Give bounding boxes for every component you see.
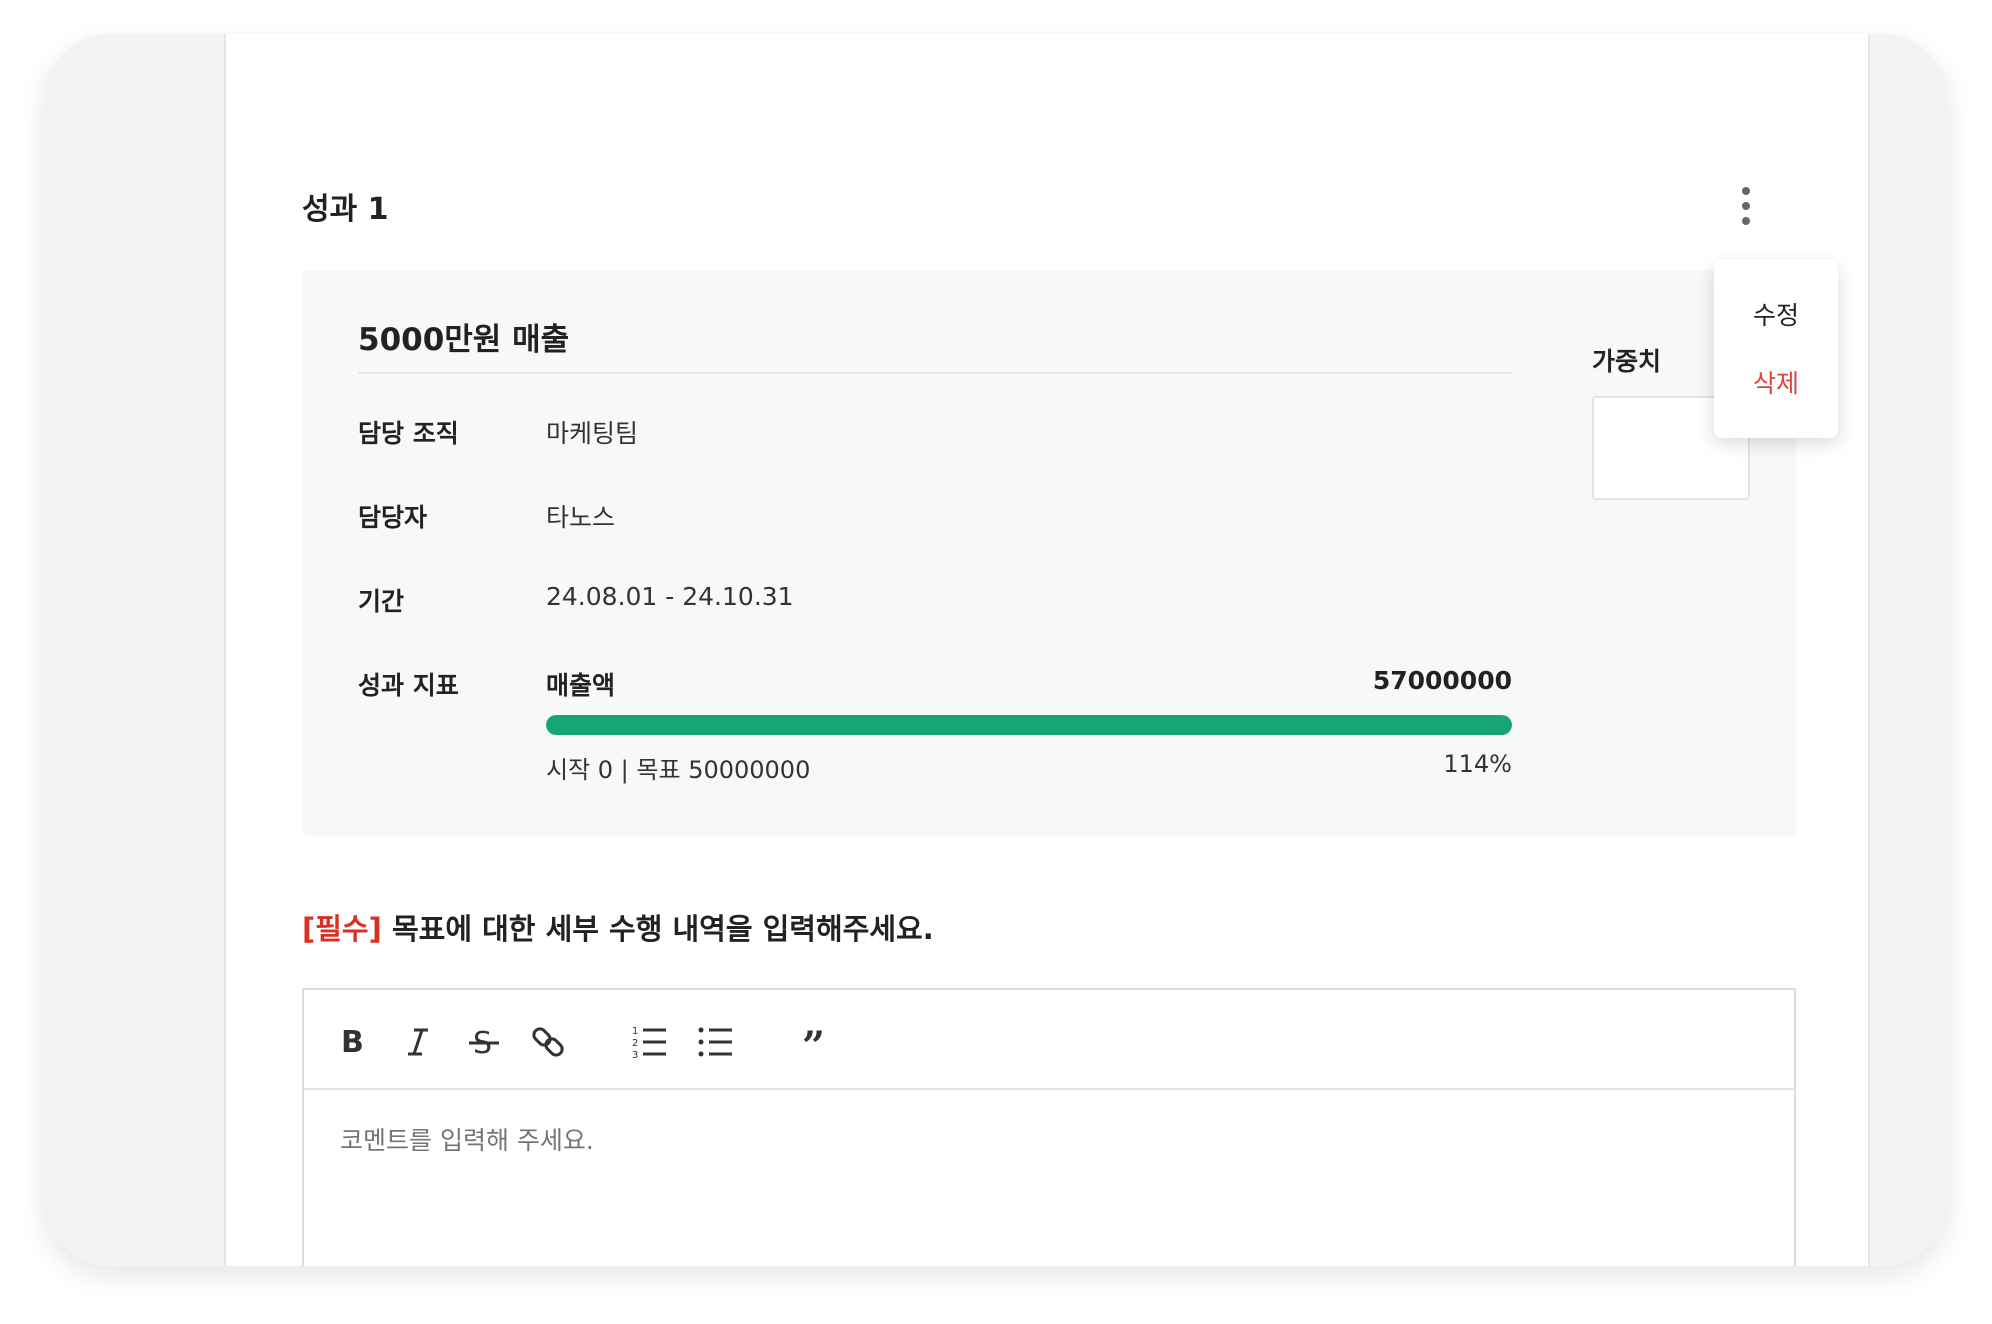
goal-card: 5000만원 매출 담당 조직 마케팅팀 담당자 타노스 기간 24.08.01… [302,270,1796,836]
menu-edit-item[interactable]: 수정 [1714,296,1838,332]
card-divider [358,372,1512,374]
more-dot-icon [1742,187,1750,195]
owner-label: 담당자 [358,503,428,532]
kpi-label: 성과 지표 [358,671,459,700]
ordered-list-icon[interactable]: 123 [628,1020,672,1064]
owner-value: 타노스 [546,503,616,532]
quote-icon[interactable]: ” [796,1020,840,1064]
content-page: 성과 1 5000만원 매출 담당 조직 마케팅팀 담당자 타노스 기간 24.… [224,34,1870,1266]
period-label: 기간 [358,587,405,616]
weight-label: 가중치 [1592,347,1662,376]
more-dot-icon [1742,217,1750,225]
comment-input[interactable] [340,1126,1740,1155]
svg-text:”: ” [802,1023,825,1062]
kpi-progress-bar [546,715,1512,735]
kpi-percent: 114% [1443,750,1512,778]
comment-prompt: [필수] 목표에 대한 세부 수행 내역을 입력해주세요. [302,906,934,948]
kpi-current-value: 57000000 [1372,666,1512,695]
options-menu: 수정 삭제 [1714,260,1838,438]
italic-icon[interactable] [396,1020,440,1064]
kpi-range-text: 시작 0 | 목표 50000000 [546,756,811,784]
menu-delete-item[interactable]: 삭제 [1714,364,1838,400]
bold-icon[interactable]: B [330,1020,374,1064]
svg-text:3: 3 [632,1050,638,1061]
org-value: 마케팅팀 [546,419,639,448]
app-frame: 성과 1 5000만원 매출 담당 조직 마케팅팀 담당자 타노스 기간 24.… [44,34,1948,1266]
org-label: 담당 조직 [358,419,459,448]
svg-text:2: 2 [632,1038,638,1049]
kpi-name: 매출액 [546,671,616,700]
more-dot-icon [1742,202,1750,210]
more-options-button[interactable] [1728,178,1764,234]
section-title: 성과 1 [302,192,389,227]
comment-editor: B S 123 ” [302,988,1796,1266]
period-value: 24.08.01 - 24.10.31 [546,582,794,611]
editor-toolbar: B S 123 ” [304,990,1794,1090]
goal-title: 5000만원 매출 [358,322,570,358]
comment-prompt-text: 목표에 대한 세부 수행 내역을 입력해주세요. [381,912,934,946]
kpi-progress-fill [546,715,1512,735]
required-tag: [필수] [302,912,382,946]
bullet-list-icon[interactable] [694,1020,738,1064]
strikethrough-icon[interactable]: S [462,1020,506,1064]
svg-text:B: B [341,1025,364,1060]
link-icon[interactable] [526,1020,570,1064]
svg-text:1: 1 [632,1026,638,1037]
